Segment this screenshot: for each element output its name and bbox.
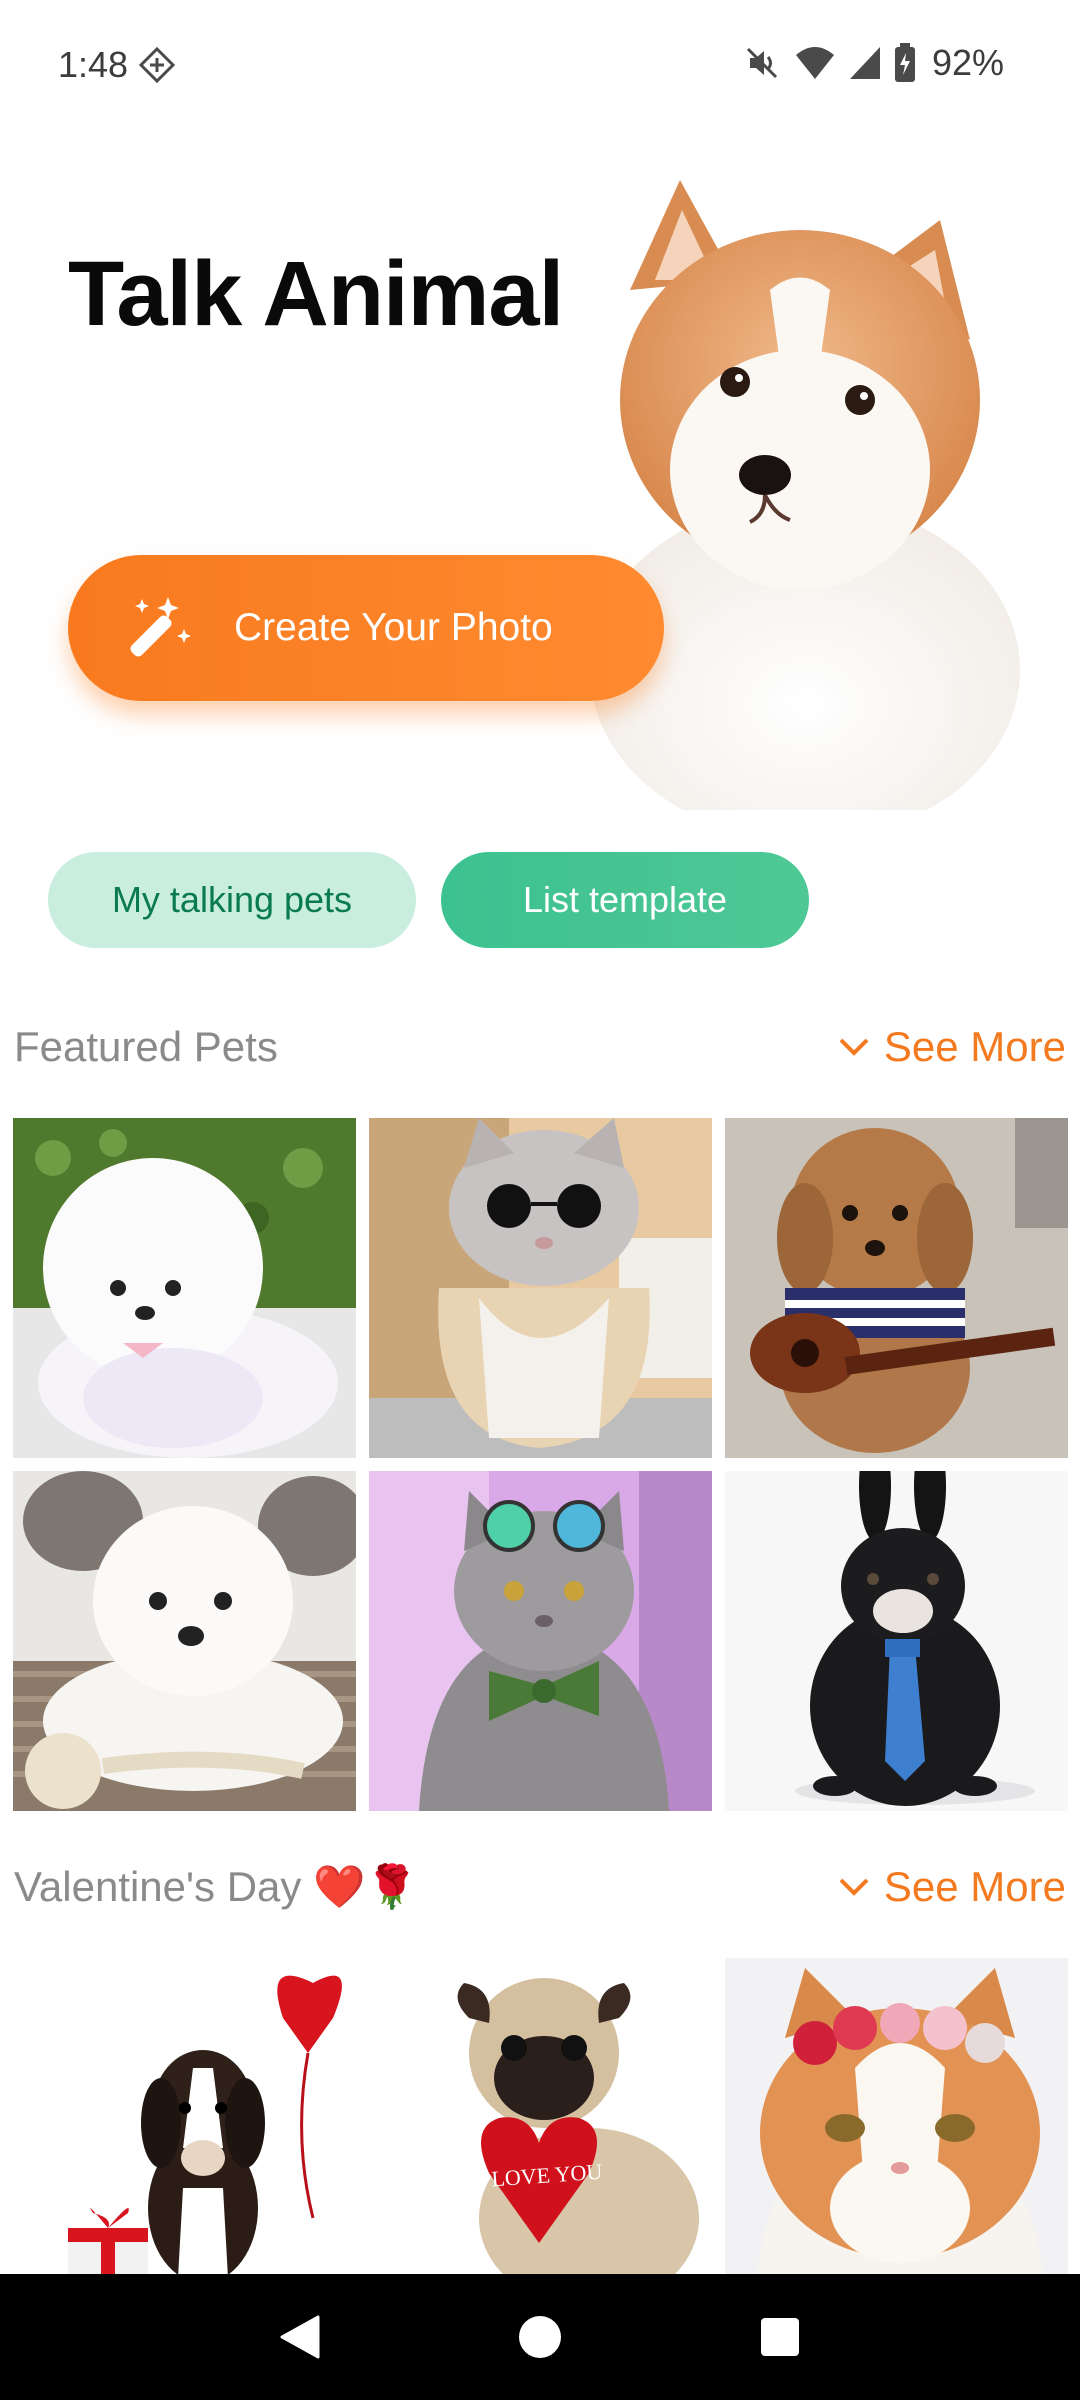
battery-percent: 92% xyxy=(931,42,1004,83)
mute-icon xyxy=(746,47,777,79)
valentine-see-more-label: See More xyxy=(883,1863,1066,1910)
valentine-header: Valentine's Day ❤️🌹 See More xyxy=(14,1857,1066,1917)
create-photo-button[interactable]: Create Your Photo xyxy=(68,555,664,701)
pet-tile-black-bunny-with-tie[interactable] xyxy=(725,1471,1068,1811)
back-icon xyxy=(280,2315,320,2359)
battery-icon xyxy=(894,43,915,82)
valentine-title: Valentine's Day ❤️🌹 xyxy=(14,1862,418,1912)
recents-icon xyxy=(761,2318,799,2356)
nav-back-button[interactable] xyxy=(270,2307,330,2367)
pet-tile-grey-cat-with-bowtie[interactable] xyxy=(369,1471,712,1811)
signal-icon xyxy=(849,47,880,79)
status-time: 1:48 xyxy=(58,44,129,85)
featured-see-more[interactable]: See More xyxy=(838,1023,1066,1071)
hero-dog-image xyxy=(590,180,1020,810)
system-nav-bar xyxy=(0,2274,1080,2400)
create-photo-label: Create Your Photo xyxy=(234,606,553,649)
chevron-down-icon xyxy=(839,1038,869,1056)
nav-home-button[interactable] xyxy=(510,2307,570,2367)
valentine-grid: I LOVE YOU xyxy=(13,1958,1068,2298)
cast-icon xyxy=(138,46,176,84)
featured-grid xyxy=(13,1118,1068,1811)
pet-tile-cat-with-sunglasses[interactable] xyxy=(369,1118,712,1458)
status-bar: 1:48 92% xyxy=(0,0,1080,130)
home-icon xyxy=(519,2316,561,2358)
app-title: Talk Animal xyxy=(68,243,564,345)
chevron-down-icon xyxy=(839,1878,869,1896)
status-icons: 92% xyxy=(742,42,1004,84)
pet-tile-pug-with-heart[interactable]: I LOVE YOU xyxy=(369,1958,712,2298)
featured-header: Featured Pets See More xyxy=(14,1017,1066,1077)
featured-see-more-label: See More xyxy=(883,1023,1066,1070)
valentine-emoji: ❤️🌹 xyxy=(313,1862,418,1911)
pet-tile-poodle-with-guitar[interactable] xyxy=(725,1118,1068,1458)
hero-section: Talk Animal Create Your Photo xyxy=(0,130,1080,830)
magic-wand-icon xyxy=(130,597,191,657)
wifi-icon xyxy=(795,47,834,79)
my-talking-pets-button[interactable]: My talking pets xyxy=(48,852,416,948)
nav-recents-button[interactable] xyxy=(750,2307,810,2367)
pet-tile-fluffy-white-dog[interactable] xyxy=(13,1471,356,1811)
valentine-title-text: Valentine's Day xyxy=(14,1863,302,1910)
featured-title: Featured Pets xyxy=(14,1023,278,1070)
list-template-button[interactable]: List template xyxy=(441,852,809,948)
pet-tile-beagle-puppy-with-balloon[interactable] xyxy=(13,1958,356,2298)
valentine-see-more[interactable]: See More xyxy=(838,1863,1066,1911)
pet-tile-cat-with-flower-crown[interactable] xyxy=(725,1958,1068,2298)
pet-tile-white-pomeranian[interactable] xyxy=(13,1118,356,1458)
